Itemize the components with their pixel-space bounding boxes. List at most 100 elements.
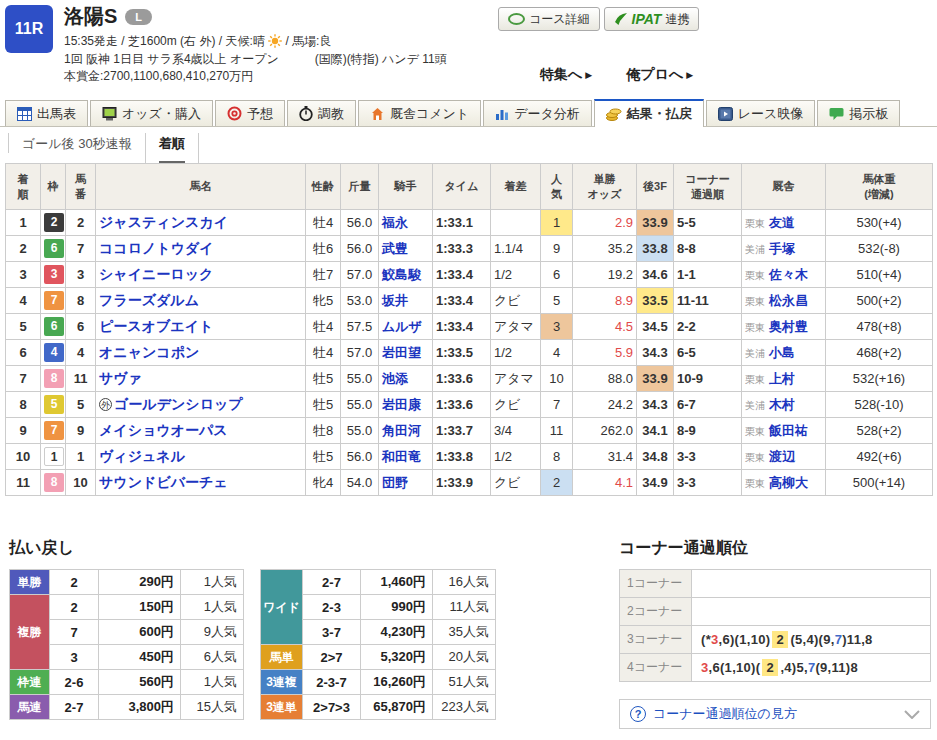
tab-1[interactable]: 出馬表 bbox=[5, 100, 88, 126]
horse-name-link[interactable]: メイショウオーパス bbox=[99, 422, 228, 438]
stable-link[interactable]: 松永昌 bbox=[769, 293, 808, 308]
tokushu-link[interactable]: 特集へ▶ bbox=[540, 66, 592, 84]
jockey-link[interactable]: 団野 bbox=[382, 475, 408, 490]
payout-table-right: ワイド2-71,460円16人気2-3990円11人気3-74,230円35人気… bbox=[260, 569, 496, 720]
tab-2[interactable]: オッズ・購入 bbox=[90, 100, 213, 126]
bet-type-label: 馬単 bbox=[261, 645, 303, 670]
tab-5[interactable]: 厩舎コメント bbox=[358, 100, 481, 126]
stable-link[interactable]: 佐々木 bbox=[769, 267, 808, 282]
sex-age: 牡5 bbox=[306, 392, 341, 418]
popularity: 9 bbox=[541, 236, 573, 262]
stable-link[interactable]: 小島 bbox=[769, 345, 795, 360]
tab-8[interactable]: レース映像 bbox=[706, 100, 816, 126]
result-row: 478フラーズダルム牝553.0坂井1:33.4クビ58.933.511-11栗… bbox=[6, 288, 933, 314]
frame-cell: 3 bbox=[41, 262, 66, 288]
stable-link[interactable]: 飯田祐 bbox=[769, 423, 808, 438]
jockey-link[interactable]: 福永 bbox=[382, 215, 408, 230]
stable-region: 栗東 bbox=[745, 322, 765, 333]
course-detail-button[interactable]: コース詳細 bbox=[498, 7, 600, 31]
horse-name-cell: ピースオブエイト bbox=[96, 314, 306, 340]
payout-amount: 150円 bbox=[99, 595, 181, 620]
frame-cell: 8 bbox=[41, 470, 66, 496]
frame-number: 5 bbox=[44, 395, 64, 414]
stable-link[interactable]: 奥村豊 bbox=[769, 319, 808, 334]
column-header: 着差 bbox=[491, 164, 541, 210]
tab-4[interactable]: 調教 bbox=[287, 100, 356, 126]
subtab-1[interactable]: ゴール後 30秒速報 bbox=[8, 133, 145, 153]
horse-name-link[interactable]: オニャンコポン bbox=[99, 344, 199, 360]
column-header: 斤量 bbox=[341, 164, 379, 210]
stable-link[interactable]: 上村 bbox=[769, 371, 795, 386]
payout-popularity: 11人気 bbox=[433, 595, 496, 620]
horse-name-link[interactable]: ヴィジュネル bbox=[99, 448, 185, 464]
horse-name-link[interactable]: フラーズダルム bbox=[99, 292, 199, 308]
horse-name-cell: ジャスティンスカイ bbox=[96, 210, 306, 236]
frame-number: 3 bbox=[44, 265, 64, 284]
result-row: 11810サウンドビバーチェ牝454.0団野1:33.9クビ24.134.93-… bbox=[6, 470, 933, 496]
jockey-link[interactable]: 坂井 bbox=[382, 293, 408, 308]
last-3f: 33.8 bbox=[637, 236, 674, 262]
horse-name-link[interactable]: サウンドビバーチェ bbox=[99, 474, 228, 490]
stable-link[interactable]: 高柳大 bbox=[769, 475, 808, 490]
bet-type-label: 3連複 bbox=[261, 670, 303, 695]
horse-weight: 530(+4) bbox=[826, 210, 933, 236]
jockey-link[interactable]: 角田河 bbox=[382, 423, 421, 438]
stable-cell: 栗東奥村豊 bbox=[742, 314, 826, 340]
payout-amount: 3,800円 bbox=[99, 695, 181, 720]
jockey-link[interactable]: 和田竜 bbox=[382, 449, 421, 464]
payout-amount: 16,260円 bbox=[361, 670, 433, 695]
horse-name-cell: シャイニーロック bbox=[96, 262, 306, 288]
jockey-link[interactable]: 岩田望 bbox=[382, 345, 421, 360]
horse-name-link[interactable]: ココロノトウダイ bbox=[99, 240, 214, 256]
ipat-link-button[interactable]: IPAT 連携 bbox=[604, 7, 700, 31]
result-payout-icon bbox=[606, 107, 622, 121]
stable-region: 栗東 bbox=[745, 478, 765, 489]
payout-amount: 560円 bbox=[99, 670, 181, 695]
stable-link[interactable]: 渡辺 bbox=[769, 449, 795, 464]
frame-number: 7 bbox=[44, 421, 64, 440]
horse-name-link[interactable]: ゴールデンシロップ bbox=[114, 396, 243, 412]
horse-name-link[interactable]: ピースオブエイト bbox=[99, 318, 213, 334]
payout-combination: 2>7>3 bbox=[303, 695, 361, 720]
subtab-2[interactable]: 着順 bbox=[145, 133, 199, 163]
jockey-link[interactable]: 武豊 bbox=[382, 241, 408, 256]
horse-name-cell: 外ゴールデンシロップ bbox=[96, 392, 306, 418]
jockey-link[interactable]: 池添 bbox=[382, 371, 408, 386]
sex-age: 牡5 bbox=[306, 444, 341, 470]
jockey-link[interactable]: 岩田康 bbox=[382, 397, 421, 412]
horse-name-cell: オニャンコポン bbox=[96, 340, 306, 366]
stable-link[interactable]: 手塚 bbox=[769, 241, 795, 256]
jockey-link[interactable]: ムルザ bbox=[382, 319, 422, 334]
tab-3[interactable]: 予想 bbox=[215, 100, 285, 126]
orepro-link[interactable]: 俺プロへ▶ bbox=[626, 66, 693, 84]
result-row: 644オニャンコポン牡457.0岩田望1:33.51/245.934.36-5美… bbox=[6, 340, 933, 366]
column-header: 後3F bbox=[637, 164, 674, 210]
payout-popularity: 1人気 bbox=[181, 595, 244, 620]
stable-region: 栗東 bbox=[745, 296, 765, 307]
horse-name-link[interactable]: シャイニーロック bbox=[99, 266, 213, 282]
win-odds: 31.4 bbox=[573, 444, 637, 470]
tab-6[interactable]: データ分析 bbox=[483, 100, 592, 126]
main-tabbar: 出馬表オッズ・購入予想調教厩舎コメントデータ分析結果・払戻レース映像掲示板 bbox=[0, 100, 937, 127]
payout-amount: 290円 bbox=[99, 570, 181, 595]
payout-popularity: 6人気 bbox=[181, 645, 244, 670]
jockey-link[interactable]: 鮫島駿 bbox=[382, 267, 421, 282]
stable-link[interactable]: 友道 bbox=[769, 215, 795, 230]
payout-row: 馬単2>75,320円20人気 bbox=[261, 645, 496, 670]
bet-type-label: 馬連 bbox=[10, 695, 50, 720]
stable-link[interactable]: 木村 bbox=[769, 397, 795, 412]
stable-region: 栗東 bbox=[745, 426, 765, 437]
sex-age: 牡4 bbox=[306, 314, 341, 340]
column-header: 単勝オッズ bbox=[573, 164, 637, 210]
frame-cell: 7 bbox=[41, 288, 66, 314]
popularity: 2 bbox=[541, 470, 573, 496]
horse-name-link[interactable]: ジャスティンスカイ bbox=[99, 214, 228, 230]
stable-cell: 栗東友道 bbox=[742, 210, 826, 236]
horse-name-link[interactable]: サヴァ bbox=[99, 370, 142, 386]
finish-time: 1:33.7 bbox=[433, 418, 491, 444]
corner-position: 11-11 bbox=[674, 288, 742, 314]
jockey-cell: 角田河 bbox=[379, 418, 433, 444]
tab-7[interactable]: 結果・払戻 bbox=[594, 99, 704, 127]
corner-help-link[interactable]: ? コーナー通過順位の見方 bbox=[619, 699, 931, 729]
tab-9[interactable]: 掲示板 bbox=[817, 100, 900, 126]
